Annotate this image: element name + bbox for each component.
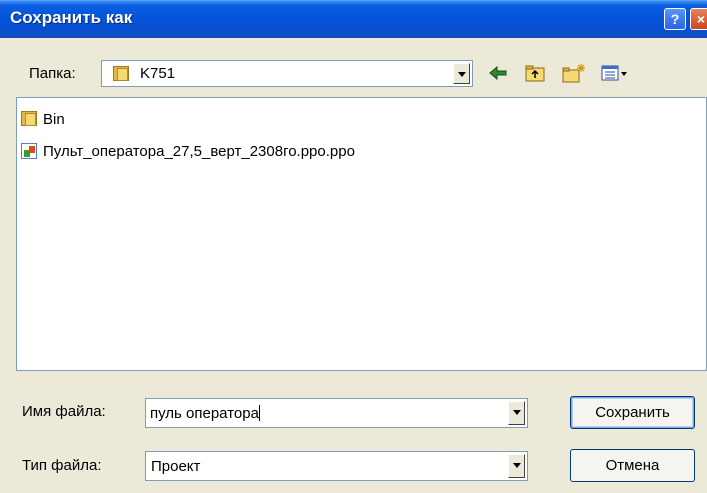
window-title: Сохранить как (10, 8, 133, 27)
folder-combo[interactable]: K751 (101, 60, 473, 87)
close-button[interactable]: × (690, 8, 707, 30)
save-button[interactable]: Сохранить (570, 396, 695, 429)
filetype-select[interactable]: Проект (145, 451, 528, 481)
new-folder-icon[interactable] (561, 63, 587, 83)
ppo-file-icon (21, 143, 37, 159)
cancel-button[interactable]: Отмена (570, 449, 695, 482)
filetype-label: Тип файла: (22, 457, 102, 474)
folder-dropdown-arrow[interactable] (453, 63, 470, 84)
current-folder-name: K751 (140, 65, 176, 82)
filename-dropdown-arrow[interactable] (508, 401, 525, 425)
folder-label: Папка: (29, 65, 76, 82)
title-bar[interactable]: Сохранить как ? × (0, 0, 707, 38)
up-folder-icon[interactable] (524, 63, 546, 83)
filetype-dropdown-arrow[interactable] (508, 454, 525, 478)
filename-value: пуль оператора (150, 405, 259, 422)
file-name: Пульт_оператора_27,5_верт_2308го.ppo.ppo (43, 143, 355, 160)
back-arrow-icon[interactable] (488, 63, 508, 83)
file-name: Bin (43, 111, 65, 128)
folder-icon (113, 66, 131, 81)
view-menu-icon[interactable] (601, 63, 629, 83)
folder-icon (21, 111, 39, 126)
filename-label: Имя файла: (22, 403, 106, 420)
filename-input[interactable]: пуль оператора (145, 398, 528, 428)
file-list[interactable]: Bin Пульт_оператора_27,5_верт_2308го.ppo… (16, 97, 707, 371)
help-button[interactable]: ? (664, 8, 686, 30)
filetype-value: Проект (151, 458, 201, 475)
text-caret (258, 405, 260, 421)
filename-text: пуль оператора (150, 405, 260, 422)
